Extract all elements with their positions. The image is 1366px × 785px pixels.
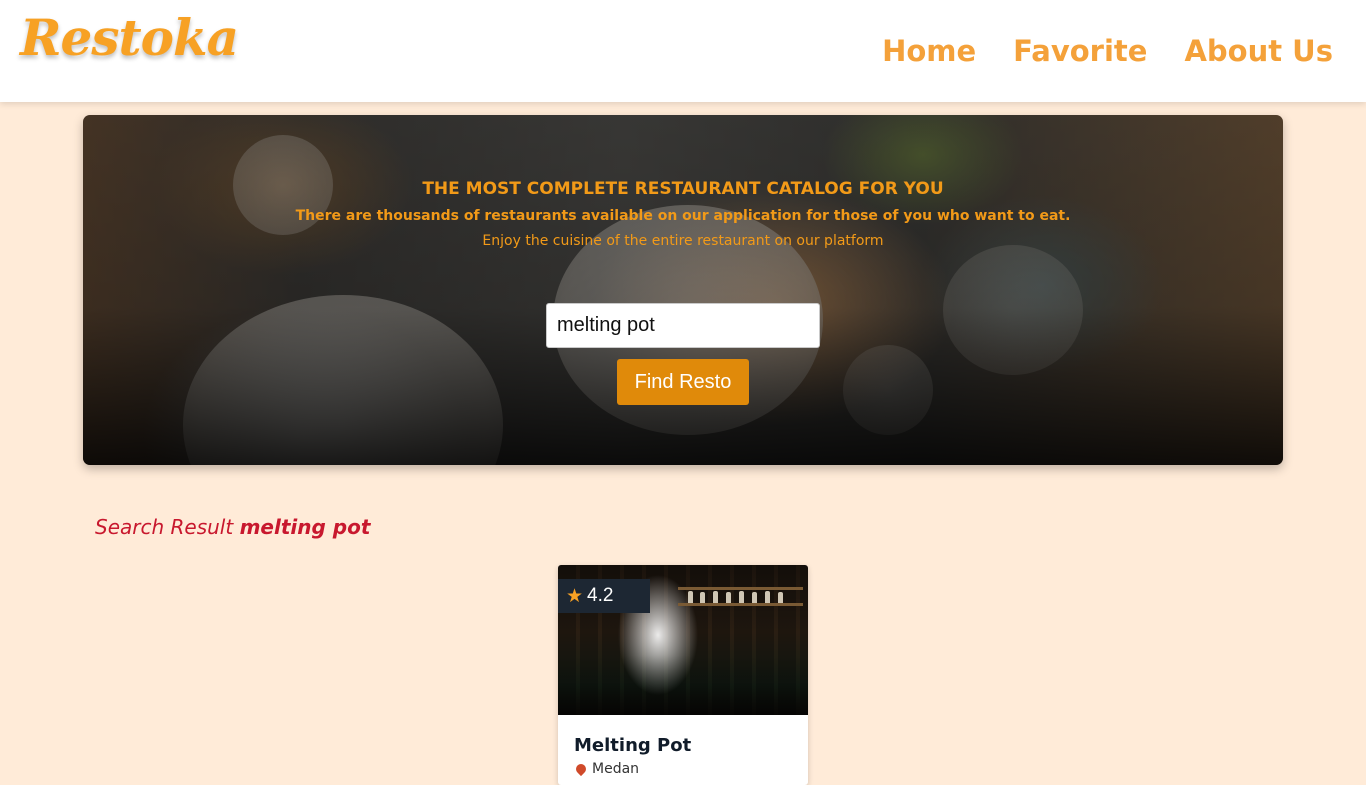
main-nav: Home Favorite About Us [882, 33, 1333, 69]
search-result-query: melting pot [239, 515, 371, 539]
nav-about-link[interactable]: About Us [1184, 33, 1333, 69]
site-header: Restoka Home Favorite About Us [0, 0, 1366, 102]
hero-title: THE MOST COMPLETE RESTAURANT CATALOG FOR… [422, 179, 944, 199]
search-input[interactable] [546, 303, 820, 348]
rating-badge: ★ 4.2 [558, 579, 650, 613]
rating-value: 4.2 [587, 585, 614, 606]
hero-tagline: Enjoy the cuisine of the entire restaura… [482, 233, 884, 249]
location-pin-icon [573, 761, 589, 777]
star-icon: ★ [566, 584, 584, 607]
hero-banner: THE MOST COMPLETE RESTAURANT CATALOG FOR… [83, 115, 1283, 465]
nav-home-link[interactable]: Home [882, 33, 976, 69]
site-logo[interactable]: Restoka [20, 8, 239, 67]
nav-favorite-link[interactable]: Favorite [1013, 33, 1147, 69]
hero-subtitle: There are thousands of restaurants avail… [295, 208, 1071, 224]
search-result-heading: Search Result melting pot [95, 515, 370, 539]
restaurant-city: Medan [592, 761, 640, 777]
find-resto-button[interactable]: Find Resto [617, 359, 749, 405]
restaurant-name[interactable]: Melting Pot [574, 735, 691, 756]
search-result-prefix: Search Result [95, 515, 234, 539]
restaurant-card[interactable]: ★ 4.2 Melting Pot Medan [558, 565, 808, 785]
